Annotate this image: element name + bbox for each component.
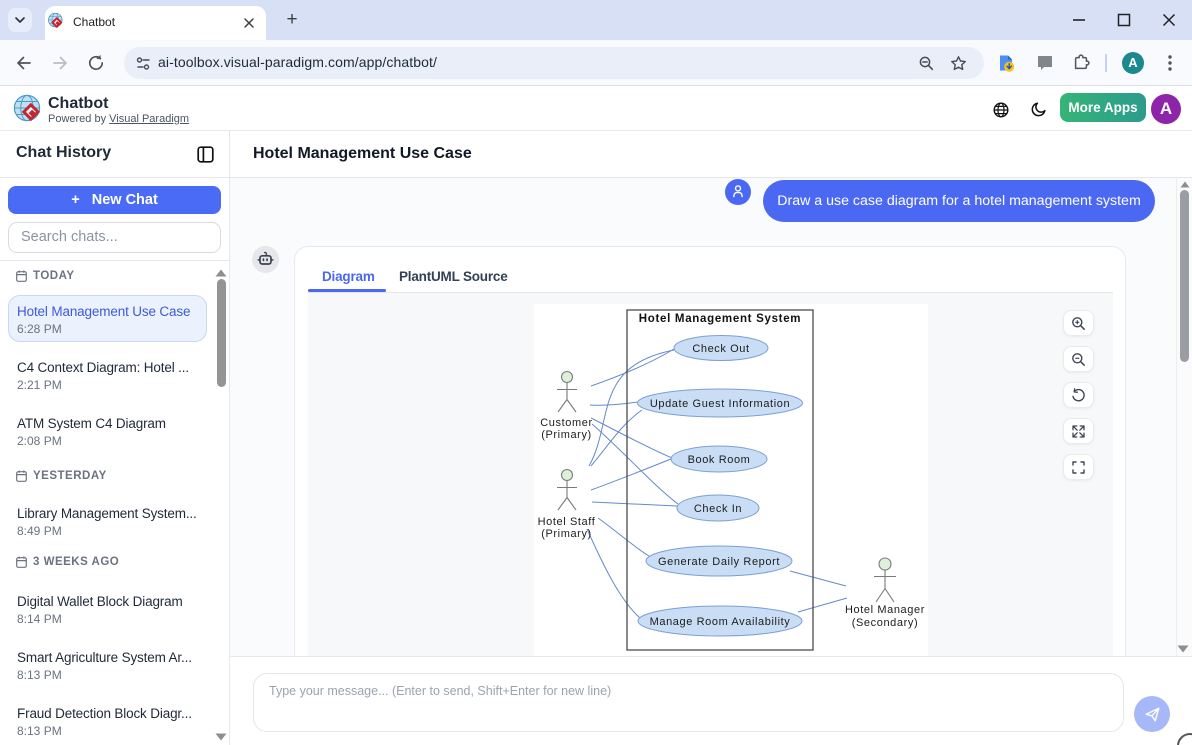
svg-text:Manage Room Availability: Manage Room Availability [650,616,791,628]
svg-text:Book Room: Book Room [688,454,751,466]
svg-text:Customer: Customer [540,417,592,429]
svg-text:Check Out: Check Out [692,343,749,355]
svg-text:(Primary): (Primary) [541,429,592,441]
svg-text:Hotel Staff: Hotel Staff [538,516,596,528]
svg-text:Update Guest Information: Update Guest Information [650,398,790,410]
svg-text:(Secondary): (Secondary) [852,617,919,629]
svg-text:Check In: Check In [694,503,742,515]
svg-text:Hotel Manager: Hotel Manager [845,604,925,616]
svg-text:Hotel Management System: Hotel Management System [639,313,801,325]
svg-text:Generate Daily Report: Generate Daily Report [658,556,780,568]
svg-text:(Primary): (Primary) [541,528,592,540]
